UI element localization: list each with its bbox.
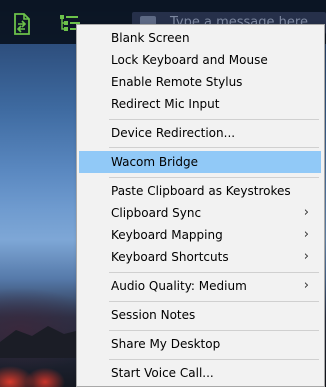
menu-item-label: Keyboard Shortcuts (111, 250, 229, 264)
menu-item-enable-remote-stylus[interactable]: Enable Remote Stylus (79, 71, 321, 93)
menu-item-lock-keyboard-mouse[interactable]: Lock Keyboard and Mouse (79, 49, 321, 71)
menu-item-label: Audio Quality: Medium (111, 279, 247, 293)
chevron-right-icon: › (303, 227, 309, 242)
menu-item-keyboard-shortcuts[interactable]: Keyboard Shortcuts › (79, 246, 321, 268)
menu-item-share-my-desktop[interactable]: Share My Desktop (79, 333, 321, 355)
menu-item-clipboard-sync[interactable]: Clipboard Sync › (79, 202, 321, 224)
menu-item-audio-quality[interactable]: Audio Quality: Medium › (79, 275, 321, 297)
menu-item-paste-clipboard-keystrokes[interactable]: Paste Clipboard as Keystrokes (79, 180, 321, 202)
menu-item-label: Clipboard Sync (111, 206, 202, 220)
menu-item-label: Device Redirection... (111, 126, 236, 140)
file-transfer-icon[interactable] (10, 12, 34, 36)
menu-item-label: Keyboard Mapping (111, 228, 223, 242)
menu-separator (109, 301, 319, 302)
menu-item-label: Share My Desktop (111, 337, 221, 351)
city-lights (0, 352, 80, 387)
menu-item-label: Lock Keyboard and Mouse (111, 53, 268, 67)
chevron-right-icon: › (303, 249, 309, 264)
chevron-right-icon: › (303, 205, 309, 220)
menu-item-device-redirection[interactable]: Device Redirection... (79, 122, 321, 144)
menu-item-label: Enable Remote Stylus (111, 75, 243, 89)
menu-item-start-voice-call[interactable]: Start Voice Call... (79, 362, 321, 384)
menu-separator (109, 359, 319, 360)
menu-item-label: Blank Screen (111, 31, 190, 45)
menu-item-keyboard-mapping[interactable]: Keyboard Mapping › (79, 224, 321, 246)
chevron-right-icon: › (303, 278, 309, 293)
menu-item-blank-screen[interactable]: Blank Screen (79, 27, 321, 49)
menu-item-label: Paste Clipboard as Keystrokes (111, 184, 291, 198)
menu-separator (109, 119, 319, 120)
menu-separator (109, 177, 319, 178)
menu-item-label: Start Voice Call... (111, 366, 214, 380)
menu-item-label: Redirect Mic Input (111, 97, 220, 111)
menu-separator (109, 147, 319, 148)
menu-item-session-notes[interactable]: Session Notes (79, 304, 321, 326)
menu-item-wacom-bridge[interactable]: Wacom Bridge (79, 151, 321, 173)
menu-item-label: Wacom Bridge (111, 155, 199, 169)
menu-item-redirect-mic-input[interactable]: Redirect Mic Input (79, 93, 321, 115)
menu-separator (109, 272, 319, 273)
menu-separator (109, 330, 319, 331)
menu-item-label: Session Notes (111, 308, 196, 322)
context-menu: Blank Screen Lock Keyboard and Mouse Ena… (76, 24, 325, 387)
